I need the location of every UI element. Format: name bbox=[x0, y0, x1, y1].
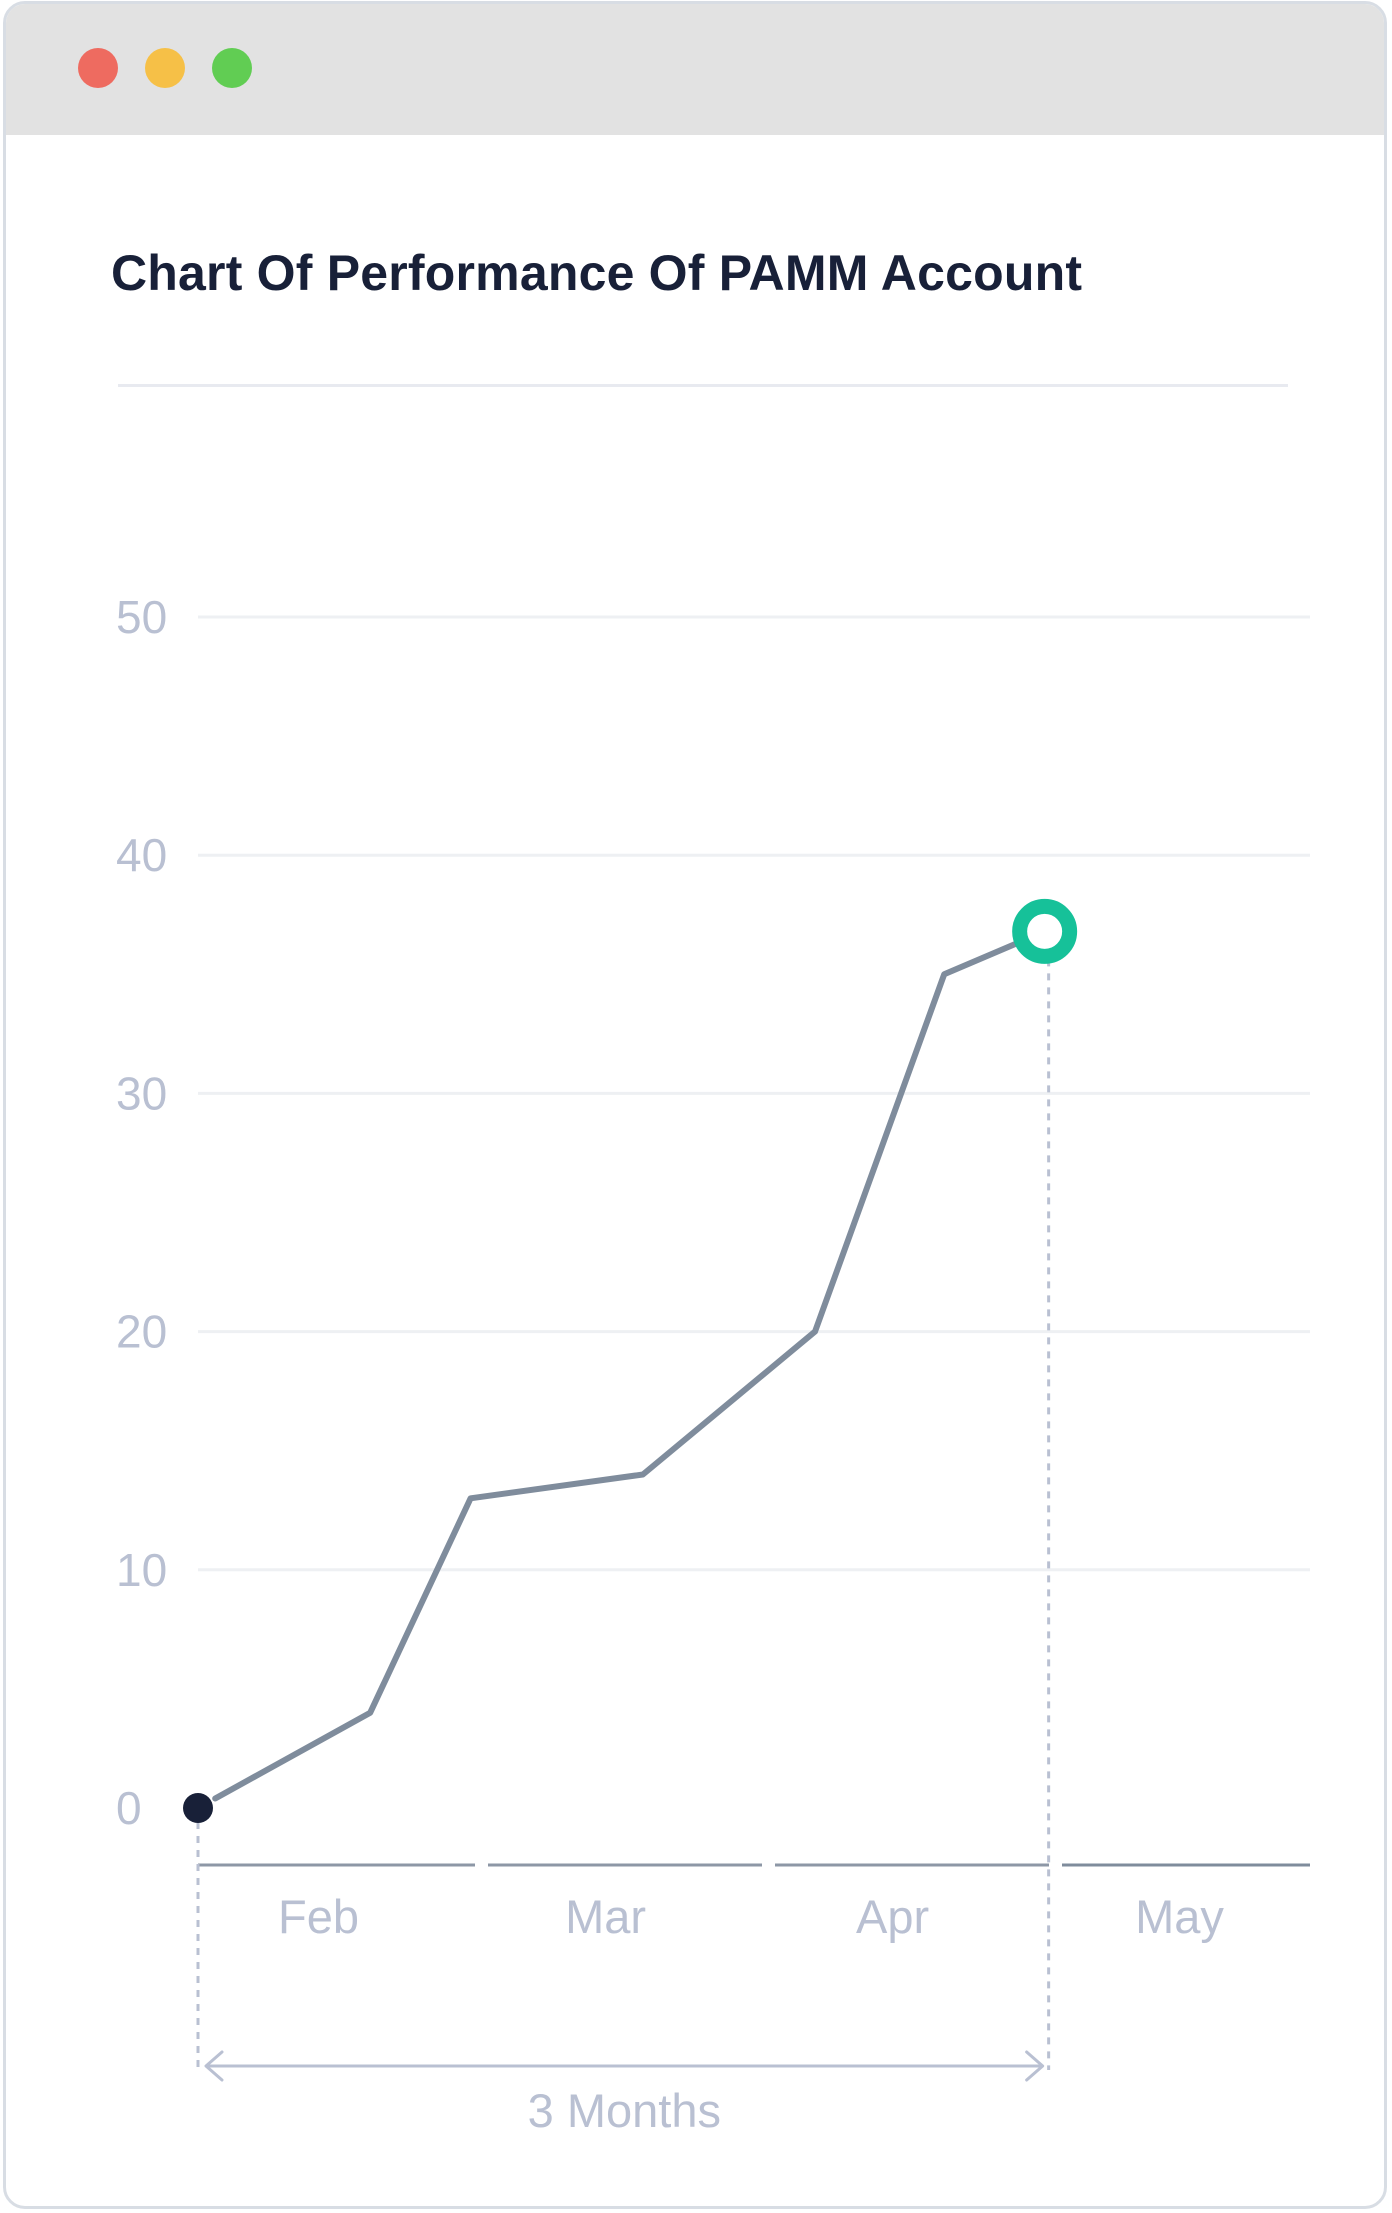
start-point-marker bbox=[183, 1793, 213, 1823]
x-tick-label: May bbox=[1135, 1890, 1224, 1943]
span-label: 3 Months bbox=[528, 2084, 721, 2137]
span-annotation: 3 Months bbox=[204, 2050, 1045, 2137]
y-tick-label: 20 bbox=[116, 1306, 167, 1358]
y-tick-label: 30 bbox=[116, 1067, 167, 1119]
performance-chart: 0 10 20 30 40 50 Feb Mar Apr May 3 Months bbox=[116, 591, 1310, 2137]
series-line-group bbox=[212, 928, 1048, 1802]
markers bbox=[183, 898, 1078, 1823]
end-point-marker bbox=[1012, 898, 1078, 964]
x-tick-label: Feb bbox=[278, 1890, 359, 1943]
y-axis-ticks: 0 10 20 30 40 50 bbox=[116, 591, 167, 1834]
y-tick-label: 0 bbox=[116, 1782, 142, 1834]
grid-lines bbox=[198, 615, 1310, 1572]
series-line bbox=[212, 928, 1048, 1802]
x-axis-ticks: Feb Mar Apr May bbox=[278, 1890, 1224, 1943]
y-tick-label: 10 bbox=[116, 1544, 167, 1596]
y-tick-label: 40 bbox=[116, 829, 167, 881]
x-tick-label: Apr bbox=[856, 1890, 929, 1943]
y-tick-label: 50 bbox=[116, 591, 167, 643]
x-tick-label: Mar bbox=[565, 1890, 646, 1943]
